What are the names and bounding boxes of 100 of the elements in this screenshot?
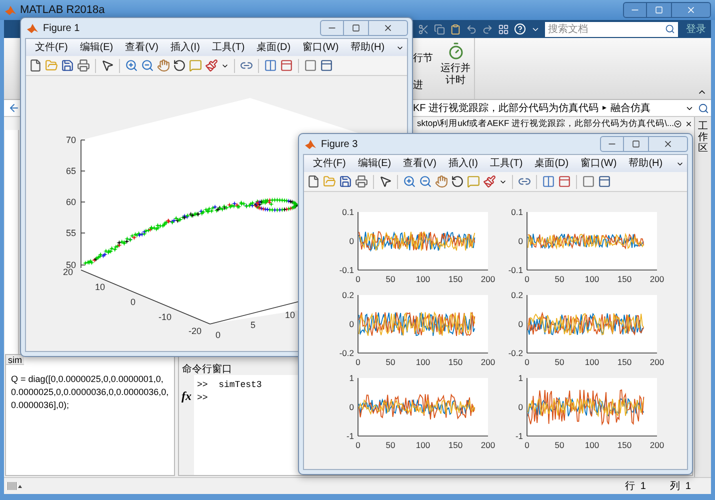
menu-item[interactable]: 文件(F) [29, 40, 74, 55]
maximize-icon [655, 6, 663, 14]
zoom-out-icon[interactable] [141, 59, 154, 72]
function-browser-icon[interactable]: fx [182, 390, 192, 402]
search-field[interactable]: 搜索文档 [545, 22, 678, 36]
minimize-button[interactable] [623, 2, 647, 18]
menu-item[interactable]: 查看(V) [397, 156, 442, 171]
zoom-out-icon[interactable] [419, 175, 432, 188]
zoom-in-icon[interactable] [403, 175, 416, 188]
tick-label: 0 [216, 330, 220, 340]
options-icon[interactable] [674, 118, 682, 128]
printer-icon[interactable] [355, 175, 368, 188]
tick-label: 150 [448, 357, 463, 367]
maximize-button[interactable] [344, 20, 368, 36]
colorbar-icon[interactable] [264, 59, 277, 72]
menu-item[interactable]: 帮助(H) [344, 40, 391, 55]
run-section-label[interactable]: 行节 [413, 51, 437, 66]
brush-icon[interactable] [205, 59, 218, 72]
close-button[interactable] [648, 136, 688, 152]
menu-item[interactable]: 窗口(W) [296, 40, 345, 55]
rotate-icon[interactable] [451, 175, 464, 188]
menu-item[interactable]: 编辑(E) [352, 156, 398, 171]
maximize-button[interactable] [647, 2, 671, 18]
rotate-icon[interactable] [173, 59, 186, 72]
save-icon[interactable] [61, 59, 74, 72]
command-line: >> [197, 392, 209, 405]
redo-icon[interactable] [482, 24, 493, 34]
tick-label: 100 [416, 357, 430, 367]
panel-icon[interactable] [598, 175, 611, 188]
y-axis [526, 294, 528, 354]
search-icon[interactable] [698, 102, 709, 114]
undo-icon[interactable] [466, 24, 477, 34]
menu-item[interactable]: 工具(T) [484, 156, 529, 171]
menu-item[interactable]: 帮助(H) [622, 156, 669, 171]
menu-item[interactable]: 插入(I) [442, 156, 484, 171]
tick-label: 1 [518, 373, 523, 383]
current-folder[interactable]: 融合仿真 [610, 100, 651, 116]
legend-icon[interactable] [558, 175, 571, 188]
tick-label: -0.2 [339, 348, 354, 358]
help-icon[interactable] [514, 23, 526, 35]
tick-label: -0.2 [508, 348, 523, 358]
tick-label: 200 [650, 274, 664, 284]
pointer-icon[interactable] [101, 59, 114, 72]
paste-icon[interactable] [450, 24, 461, 34]
window-title: MATLAB R2018a [20, 2, 105, 18]
pointer-icon[interactable] [379, 175, 392, 188]
menu-item[interactable]: 桌面(D) [250, 40, 297, 55]
printer-icon[interactable] [77, 59, 90, 72]
advance-label[interactable]: 进 [413, 78, 437, 93]
tick-label: 150 [448, 440, 463, 450]
workspace-side-tab[interactable]: 工作区 [698, 121, 708, 154]
menu-item[interactable]: 桌面(D) [528, 156, 575, 171]
tick-label: -10 [158, 312, 172, 322]
menu-item[interactable]: 编辑(E) [74, 40, 120, 55]
tick-label: 150 [617, 274, 632, 284]
copy-icon[interactable] [434, 24, 445, 34]
tick-label: 0 [349, 319, 354, 329]
square-icon[interactable] [304, 59, 317, 72]
tick-label: 0 [349, 236, 354, 246]
new-file-icon[interactable] [29, 59, 42, 72]
tick-label: 0 [524, 274, 530, 284]
close-icon [383, 23, 393, 33]
search-icon[interactable] [665, 24, 675, 34]
cut-icon[interactable] [418, 24, 429, 34]
legend-icon[interactable] [280, 59, 293, 72]
tick-label: 100 [584, 357, 600, 367]
back-arrow-icon[interactable] [8, 102, 20, 114]
menu-item[interactable]: 窗口(W) [574, 156, 623, 171]
new-file-icon[interactable] [307, 175, 320, 188]
save-icon[interactable] [339, 175, 352, 188]
tick-label: 55 [66, 228, 76, 238]
window-title: Figure 1 [43, 22, 80, 36]
zoom-in-icon[interactable] [125, 59, 138, 72]
panel-icon[interactable] [320, 59, 333, 72]
login-button[interactable]: 登录 [683, 22, 709, 36]
tick-label: 200 [480, 274, 496, 284]
tick-label: 50 [554, 274, 564, 284]
tick-label: -20 [188, 326, 202, 336]
tick-label: 70 [66, 135, 76, 145]
colorbar-icon[interactable] [542, 175, 555, 188]
square-icon[interactable] [582, 175, 595, 188]
menu-item[interactable]: 工具(T) [206, 40, 251, 55]
y-axis [526, 378, 528, 436]
brush-icon[interactable] [483, 175, 496, 188]
grip-icon[interactable] [7, 481, 23, 491]
tick-label: 20 [63, 267, 73, 277]
tick-label: -0.1 [508, 265, 523, 275]
menu-item[interactable]: 查看(V) [119, 40, 164, 55]
tick-label: 100 [416, 274, 430, 284]
tick-label: -0.1 [339, 265, 354, 275]
window-layout-icon[interactable] [498, 24, 509, 34]
menu-item[interactable]: 插入(I) [164, 40, 206, 55]
close-button[interactable] [368, 20, 408, 36]
folder-path[interactable]: KF 进行视觉跟踪，此部分代码为仿真代码 [413, 100, 599, 116]
maximize-button[interactable] [624, 136, 648, 152]
close-button[interactable] [671, 2, 711, 18]
panel-tab[interactable]: sim [6, 355, 24, 365]
run-and-time-button[interactable]: 运行并计时 [437, 38, 475, 99]
menu-item[interactable]: 文件(F) [307, 156, 352, 171]
tick-label: 100 [416, 440, 430, 450]
